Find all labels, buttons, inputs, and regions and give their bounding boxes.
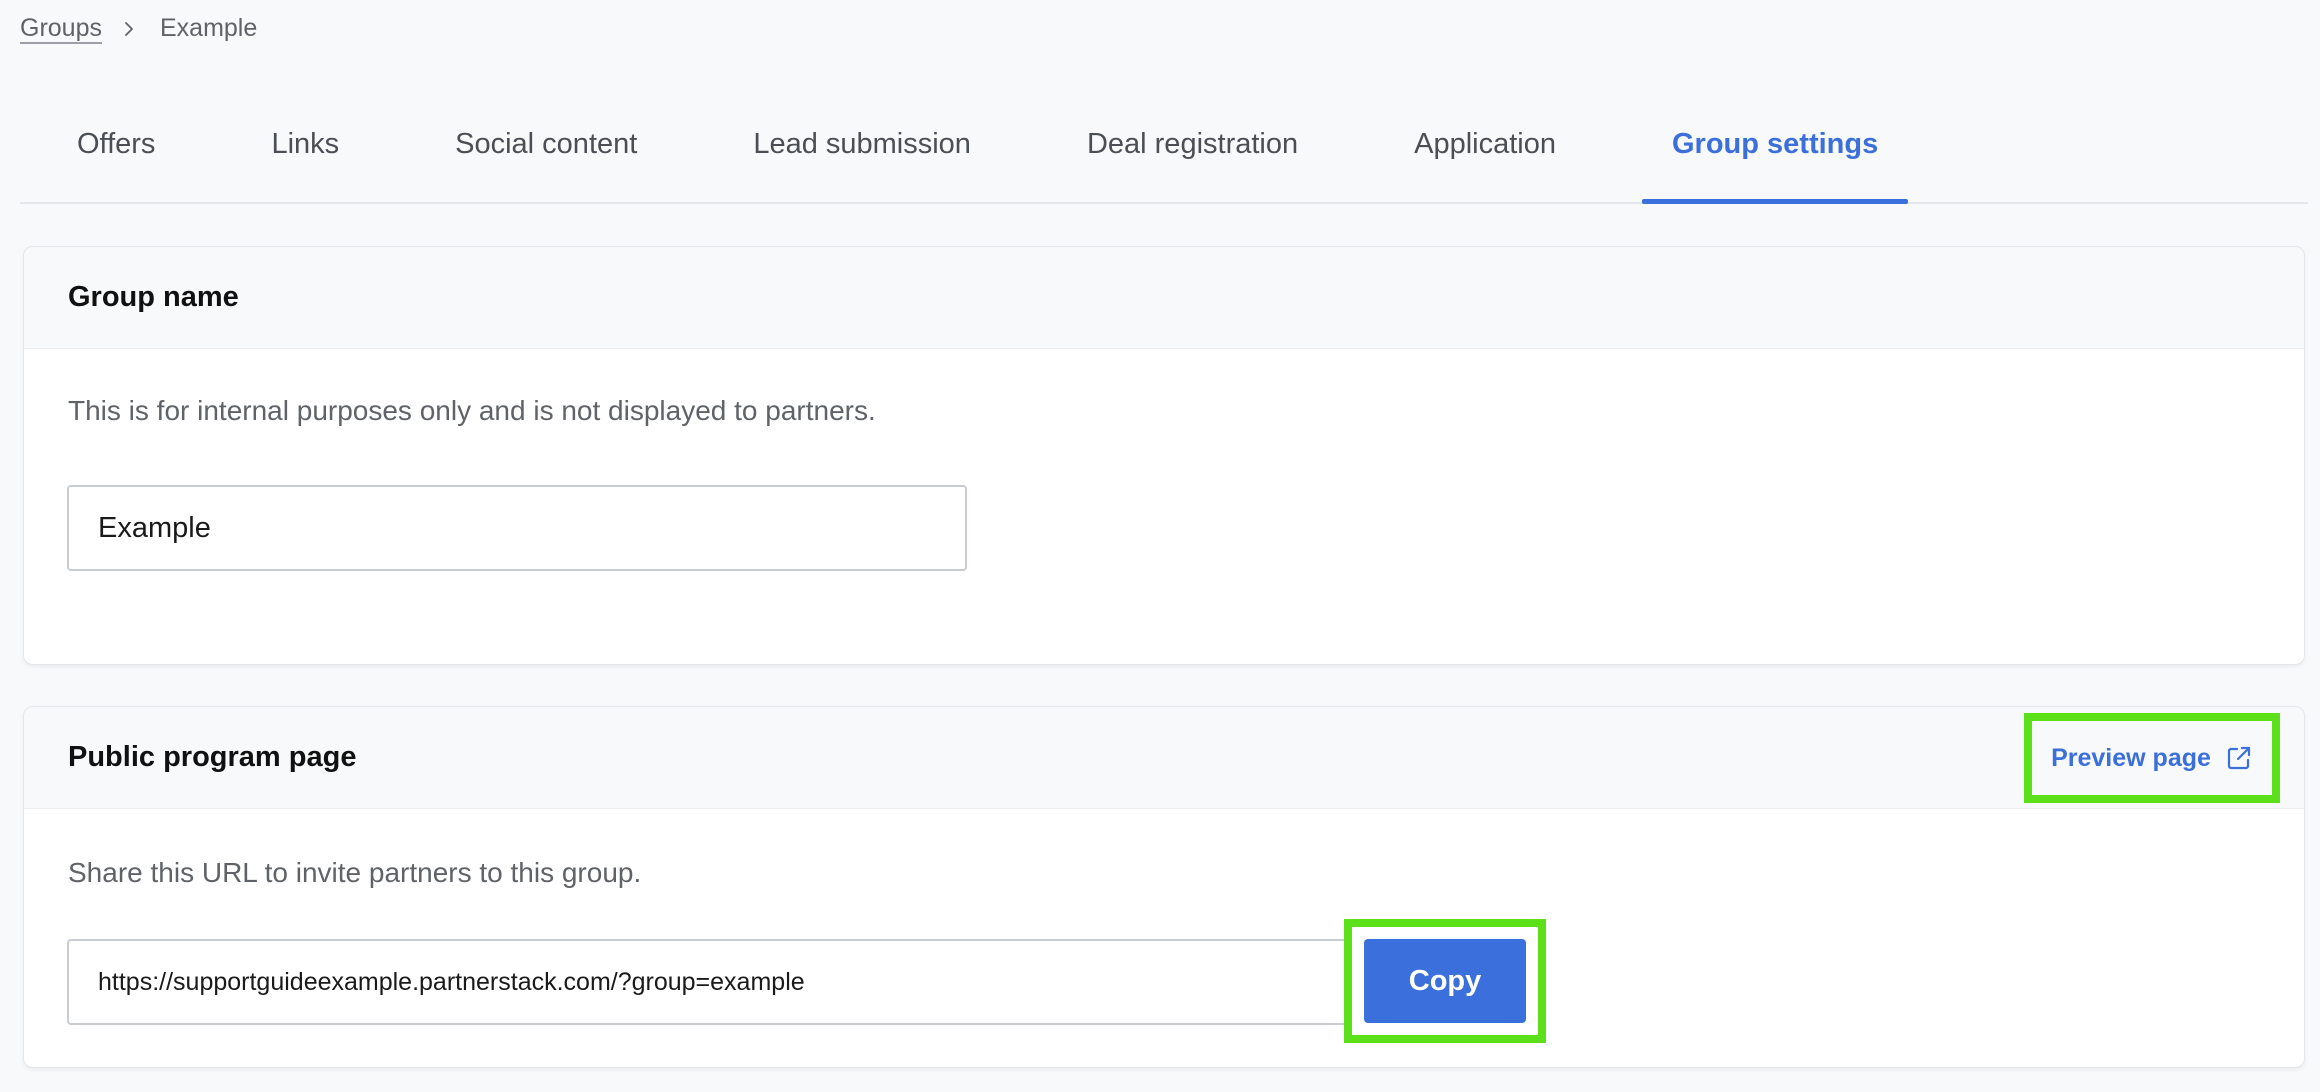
tab-offers[interactable]: Offers <box>77 112 155 202</box>
preview-page-label: Preview page <box>2051 743 2211 772</box>
group-name-input[interactable]: Example <box>67 485 967 571</box>
copy-button-highlight: Copy <box>1344 919 1546 1043</box>
breadcrumb: Groups Example <box>20 14 257 43</box>
tab-lead-submission[interactable]: Lead submission <box>753 112 971 202</box>
copy-button[interactable]: Copy <box>1364 939 1526 1023</box>
group-name-card-header: Group name <box>24 247 2304 349</box>
tab-group-settings[interactable]: Group settings <box>1641 112 1909 204</box>
tab-links[interactable]: Links <box>271 112 339 202</box>
group-settings-page: Groups Example Offers Links Social conte… <box>0 0 2320 1092</box>
group-name-title: Group name <box>68 281 239 313</box>
breadcrumb-current: Example <box>159 14 258 42</box>
chevron-right-icon <box>118 18 140 40</box>
tab-application[interactable]: Application <box>1414 112 1556 202</box>
group-name-description: This is for internal purposes only and i… <box>68 395 876 426</box>
public-page-description: Share this URL to invite partners to thi… <box>68 857 642 888</box>
preview-page-link[interactable]: Preview page <box>2024 713 2280 803</box>
tab-deal-registration[interactable]: Deal registration <box>1087 112 1298 202</box>
external-link-icon <box>2225 744 2253 772</box>
breadcrumb-groups-link[interactable]: Groups <box>20 14 102 43</box>
public-page-title: Public program page <box>68 741 357 773</box>
tab-social-content[interactable]: Social content <box>455 112 637 202</box>
public-page-card-header: Public program page Preview page <box>24 707 2304 809</box>
group-name-card: Group name This is for internal purposes… <box>23 246 2305 665</box>
public-url-input[interactable]: https://supportguideexample.partnerstack… <box>67 939 1367 1025</box>
public-program-page-card: Public program page Preview page Share t… <box>23 706 2305 1068</box>
tab-bar: Offers Links Social content Lead submiss… <box>20 112 2308 204</box>
